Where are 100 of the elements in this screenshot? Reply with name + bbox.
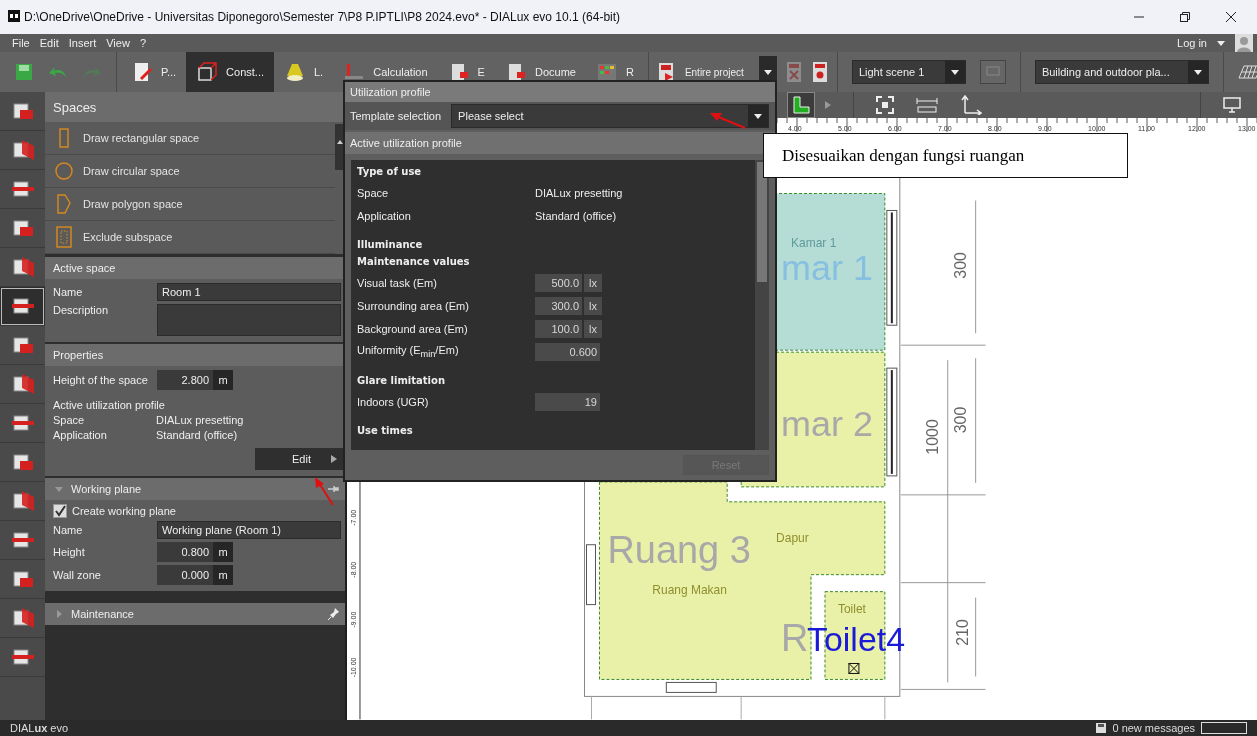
room-name: Toilet — [837, 601, 866, 616]
section-header: Spaces — [45, 92, 345, 122]
dimension-label: 300 — [951, 252, 969, 279]
checkbox-label: Create working plane — [72, 505, 176, 517]
room-name: Dapur — [776, 530, 809, 545]
l-shape-icon[interactable] — [787, 92, 815, 118]
calculator-settings-icon[interactable] — [810, 61, 829, 83]
profile-heading: Active utilization profile — [53, 399, 166, 411]
play-icon — [331, 455, 337, 463]
crossed-box-icon[interactable] — [848, 663, 860, 674]
caret-icon — [763, 69, 772, 75]
field-label: Height — [53, 546, 86, 558]
section-header: Active utilization profile — [345, 132, 775, 154]
description-field[interactable] — [157, 304, 341, 336]
caret-icon — [754, 113, 762, 119]
caret-icon — [55, 610, 63, 618]
close-icon[interactable] — [1225, 11, 1237, 23]
field-label: Description — [53, 304, 110, 316]
measure-icon[interactable] — [916, 97, 938, 113]
caret-icon — [950, 69, 959, 75]
message-field — [1201, 722, 1247, 734]
checkbox[interactable] — [53, 504, 67, 518]
property-label: Surrounding area (Em) — [357, 299, 470, 312]
brand-label: DIALux evo — [10, 722, 69, 734]
fit-view-icon[interactable] — [876, 96, 894, 114]
name-field[interactable]: Room 1 — [157, 283, 341, 301]
menu-item[interactable]: Insert — [68, 37, 97, 49]
room-label: mar 2 — [781, 403, 873, 444]
edit-button[interactable]: Edit — [255, 448, 345, 470]
light-scene-dropdown[interactable]: Light scene 1 — [851, 60, 966, 84]
room-label: Toilet4 — [807, 620, 905, 659]
section-header: Properties — [45, 344, 345, 366]
value-field: 0.600 — [535, 342, 600, 361]
group-subheading: Maintenance values — [357, 256, 471, 269]
property-label: Space — [53, 414, 86, 426]
field-label: Template selection — [350, 110, 442, 122]
menu-item[interactable]: View — [106, 37, 130, 49]
menu-item[interactable]: File — [12, 37, 30, 49]
caret-icon — [1217, 40, 1225, 46]
room-label: Ruang 3 — [607, 528, 751, 571]
property-label: Indoors (UGR) — [357, 395, 430, 408]
property-label: Application — [53, 429, 108, 441]
group-heading: Glare limitation — [357, 375, 446, 388]
template-dropdown[interactable]: Please select — [451, 104, 769, 128]
dotted-rectangle-icon — [55, 226, 73, 248]
field-label: Height of the space — [53, 374, 149, 386]
section-header[interactable]: Working plane — [45, 478, 345, 500]
room-name: Kamar 1 — [791, 236, 837, 251]
height-field[interactable]: 2.800 m — [157, 370, 233, 390]
tool-list-item[interactable]: Draw rectangular space — [45, 122, 335, 155]
tool-list-item[interactable]: Draw polygon space — [45, 188, 335, 221]
pin-icon[interactable] — [327, 483, 339, 495]
property-value: Standard (office) — [535, 209, 617, 222]
mode-tab[interactable]: Const... — [186, 52, 274, 92]
scrollbar[interactable] — [755, 160, 769, 450]
group-heading: Illuminance — [357, 239, 424, 252]
scroll-up-icon[interactable] — [337, 140, 343, 144]
polygon-icon — [55, 193, 73, 215]
value-field: 19 — [535, 392, 600, 411]
lamp-icon — [284, 61, 306, 83]
annotation-arrow — [315, 477, 334, 506]
save-icon[interactable] — [14, 63, 34, 81]
number-field[interactable]: 0.000 m — [157, 565, 233, 585]
field-label: Wall zone — [53, 569, 102, 581]
property-value: Standard (office) — [156, 429, 238, 441]
restore-icon[interactable] — [1179, 11, 1191, 23]
mode-tab[interactable]: L. — [274, 52, 334, 92]
floor-grid-icon[interactable] — [1237, 65, 1257, 79]
login-menu[interactable]: Log in — [1177, 37, 1207, 49]
number-field[interactable]: 0.800 m — [157, 542, 233, 562]
section-header[interactable]: Maintenance — [45, 603, 345, 625]
dimension-label: 210 — [953, 619, 971, 646]
name-field[interactable]: Working plane (Room 1) — [157, 521, 341, 539]
pin-icon[interactable] — [327, 607, 339, 621]
property-value: DIALux presetting — [535, 186, 623, 199]
mode-tab[interactable]: P... — [121, 52, 187, 92]
room-name: Ruang Makan — [652, 582, 727, 597]
tool-list-item[interactable]: Exclude subspace — [45, 221, 335, 254]
group-heading: Type of use — [357, 166, 423, 179]
calculation-scope-label: Entire project — [684, 66, 745, 78]
view-filter-dropdown[interactable]: Building and outdoor pla... — [1034, 60, 1209, 84]
tool-list-item[interactable]: Draw circular space — [45, 155, 335, 188]
group-heading: Use times — [357, 425, 414, 438]
menu-item[interactable]: ? — [139, 37, 146, 49]
property-label: Application — [357, 209, 412, 222]
property-label: Background area (Em) — [357, 322, 469, 335]
annotation-arrow — [710, 113, 746, 129]
monitor-icon[interactable] — [1223, 97, 1241, 113]
save-icon — [1096, 723, 1107, 733]
caret-icon — [1193, 69, 1202, 75]
menu-item[interactable]: Edit — [39, 37, 59, 49]
annotation-callout: Disesuaikan dengan fungsi ruangan — [763, 133, 1128, 178]
messages-label: 0 new messages — [1112, 722, 1195, 734]
coordinate-arrow-icon[interactable] — [960, 95, 982, 115]
dialog-title: Utilization profile — [345, 82, 775, 102]
field-label: Name — [53, 286, 84, 298]
property-label: Space — [357, 186, 390, 199]
window-symbol — [665, 681, 717, 693]
dimension-label: 300 — [951, 406, 969, 434]
window-title: D:\OneDrive\OneDrive - Universitas Diponegoro\Semester 7\P8 P.IPTLI\P8 2024.evo* - DIALux evo 10.1 (64-bit) — [24, 10, 621, 24]
